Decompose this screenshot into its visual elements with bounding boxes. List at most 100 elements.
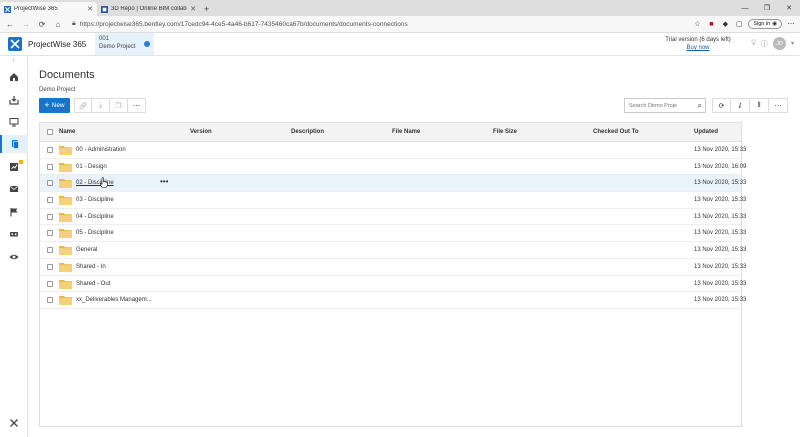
- sidebar-item-tools[interactable]: [0, 414, 28, 432]
- sidebar-item-monitor[interactable]: [0, 113, 28, 131]
- extension-icon[interactable]: ■: [706, 19, 716, 29]
- folder-name-link[interactable]: Shared - In: [76, 264, 106, 270]
- table-row[interactable]: 02 - Discipline ••• 13 Nov 2020, 15:33: [40, 175, 746, 193]
- search-input[interactable]: [629, 102, 689, 109]
- forward-button[interactable]: →: [20, 18, 32, 30]
- sidebar-item-documents[interactable]: [0, 135, 28, 153]
- updated-date: 13 Nov 2020, 15:33: [694, 263, 747, 270]
- folder-icon: [59, 296, 72, 306]
- folder-name-link[interactable]: 01 - Design: [76, 164, 107, 170]
- row-checkbox[interactable]: [47, 263, 53, 270]
- row-checkbox[interactable]: [47, 280, 53, 287]
- table-row[interactable]: 05 - Discipline 13 Nov 2020, 15:33: [40, 225, 746, 243]
- download-button[interactable]: ⤓: [92, 98, 110, 113]
- breadcrumb[interactable]: Demo Project: [39, 87, 75, 93]
- select-all-checkbox[interactable]: [47, 129, 53, 135]
- new-tab-button[interactable]: +: [200, 2, 213, 16]
- collections-icon[interactable]: ▢: [734, 19, 744, 29]
- table-row[interactable]: Shared - Out 13 Nov 2020, 15:33: [40, 276, 746, 293]
- url-field[interactable]: 🔒︎ https://projectwise365.bentley.com/17…: [68, 18, 688, 30]
- folder-name-link[interactable]: 04 - Discipline: [76, 214, 114, 220]
- folder-name-link[interactable]: Shared - Out: [76, 281, 110, 287]
- table-row[interactable]: 00 - Administration 13 Nov 2020, 15:33: [40, 142, 746, 159]
- table-row[interactable]: xx_Deliverables Managem... 13 Nov 2020, 1…: [40, 292, 746, 309]
- sidebar-item-vr[interactable]: [0, 225, 28, 243]
- folder-icon: [59, 212, 72, 222]
- row-checkbox[interactable]: [47, 297, 53, 304]
- row-checkbox[interactable]: [47, 180, 53, 187]
- row-checkbox[interactable]: [47, 230, 53, 237]
- view-menu-icon[interactable]: ⋯: [769, 98, 788, 113]
- folder-name-link[interactable]: 03 - Discipline: [76, 197, 114, 203]
- table-row[interactable]: 04 - Discipline 13 Nov 2020, 15:33: [40, 209, 746, 226]
- row-checkbox[interactable]: [47, 163, 53, 170]
- monitor-icon: [9, 118, 19, 127]
- row-checkbox[interactable]: [47, 213, 53, 220]
- search-icon[interactable]: ⌕: [698, 101, 702, 111]
- back-button[interactable]: ←: [4, 18, 16, 30]
- column-description[interactable]: Description: [291, 129, 324, 135]
- table-row[interactable]: Shared - In 13 Nov 2020, 15:33: [40, 259, 746, 276]
- avatar[interactable]: JD: [772, 37, 786, 50]
- folder-icon: [59, 196, 72, 206]
- new-button[interactable]: + New: [39, 98, 70, 113]
- close-window-button[interactable]: ✕: [778, 0, 800, 16]
- favorite-star-icon[interactable]: ☆: [692, 19, 702, 29]
- extension-icon[interactable]: ◆: [720, 19, 730, 29]
- sidebar-item-home[interactable]: [0, 68, 28, 86]
- column-version[interactable]: Version: [190, 129, 212, 135]
- close-tab-icon[interactable]: ✕: [190, 5, 196, 13]
- row-more-icon[interactable]: •••: [160, 177, 168, 186]
- sign-in-button[interactable]: Sign in ◉: [748, 19, 782, 29]
- columns-icon[interactable]: ⦀: [750, 98, 769, 113]
- browser-tab-3drepo[interactable]: 3D Repo | Online BIM collaborati... ✕: [97, 2, 200, 16]
- updated-date: 13 Nov 2020, 15:33: [694, 297, 747, 304]
- folder-name-link[interactable]: xx_Deliverables Managem...: [76, 297, 152, 303]
- column-file-name[interactable]: File Name: [392, 129, 420, 135]
- folder-name-link[interactable]: 05 - Discipline: [76, 230, 114, 236]
- sidebar-item-chart[interactable]: [0, 158, 28, 176]
- inbox-icon: [9, 96, 19, 105]
- folder-icon: [59, 162, 72, 172]
- refresh-icon[interactable]: ⟳: [712, 98, 731, 113]
- link-icon: 🔗︎: [78, 102, 88, 110]
- row-checkbox[interactable]: [47, 247, 53, 254]
- column-updated[interactable]: Updated: [694, 129, 718, 135]
- folder-name-link[interactable]: 02 - Discipline: [76, 180, 114, 186]
- minimize-button[interactable]: —: [734, 0, 756, 16]
- link-button[interactable]: 🔗︎: [74, 98, 92, 113]
- folder-icon: [59, 279, 72, 289]
- browser-tab-projectwise[interactable]: ProjectWise 365 ✕: [0, 2, 97, 16]
- browser-menu-icon[interactable]: ⋯: [786, 19, 796, 29]
- folder-icon: [59, 146, 72, 155]
- column-checked-out-to[interactable]: Checked Out To: [593, 129, 639, 135]
- info-icon[interactable]: i: [731, 98, 750, 113]
- copy-button[interactable]: ❐: [110, 98, 128, 113]
- table-row[interactable]: 01 - Design 13 Nov 2020, 16:09: [40, 159, 746, 176]
- projectwise-logo-icon[interactable]: [8, 37, 22, 51]
- home-button[interactable]: ⌂: [52, 18, 64, 30]
- lightbulb-icon[interactable]: 💡︎: [751, 40, 756, 48]
- search-box: ⌕: [624, 98, 706, 113]
- buy-now-link[interactable]: Buy now: [660, 44, 736, 52]
- project-tab[interactable]: 001 Demo Project: [95, 33, 154, 55]
- refresh-button[interactable]: ⟳: [36, 18, 48, 30]
- maximize-button[interactable]: ❐: [756, 0, 778, 16]
- chevron-down-icon[interactable]: ▾: [791, 40, 794, 47]
- close-tab-icon[interactable]: ✕: [87, 5, 93, 13]
- column-file-size[interactable]: File Size: [493, 129, 517, 135]
- row-checkbox[interactable]: [47, 147, 53, 153]
- folder-name-link[interactable]: 00 - Administration: [76, 147, 126, 153]
- sidebar-item-inbox[interactable]: [0, 91, 28, 109]
- sidebar-item-eye[interactable]: [0, 248, 28, 266]
- table-row[interactable]: 03 - Discipline 13 Nov 2020, 15:33: [40, 192, 746, 209]
- sidebar-item-mail[interactable]: [0, 180, 28, 198]
- expand-sidebar-icon[interactable]: ›: [0, 56, 27, 66]
- sidebar-item-flag[interactable]: [0, 203, 28, 221]
- table-row[interactable]: General 13 Nov 2020, 15:33: [40, 242, 746, 259]
- folder-name-link[interactable]: General: [76, 247, 97, 253]
- column-name[interactable]: Name: [59, 129, 75, 135]
- help-icon[interactable]: ⓘ: [761, 39, 768, 49]
- row-checkbox[interactable]: [47, 197, 53, 204]
- more-actions-button[interactable]: ⋯: [128, 98, 146, 113]
